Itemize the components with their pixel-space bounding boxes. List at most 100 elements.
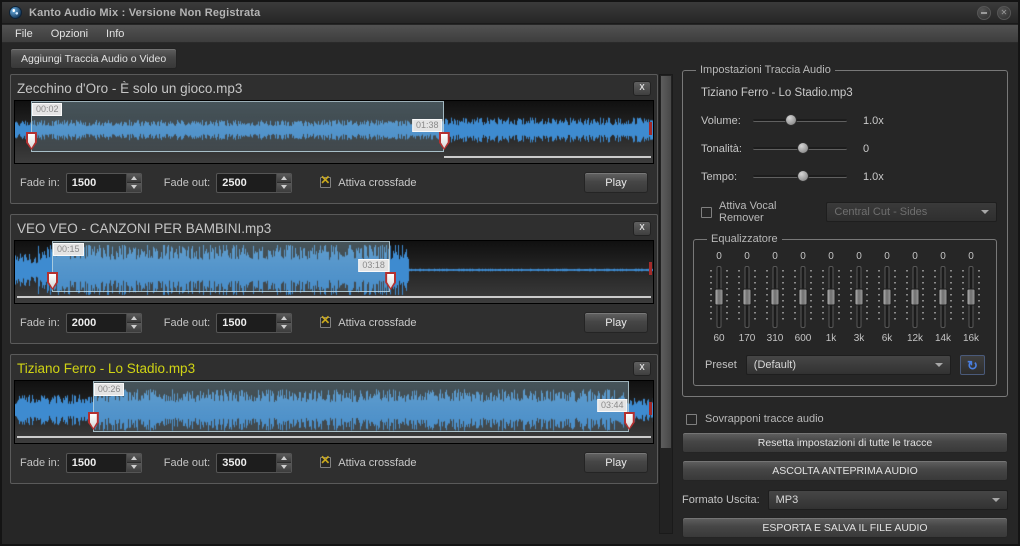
fade-out-input[interactable]: 3500	[216, 453, 292, 473]
waveform-selection[interactable]	[93, 381, 629, 432]
eq-band-slider[interactable]	[903, 265, 927, 329]
slider-thumb[interactable]	[797, 170, 809, 182]
fade-in-value: 2000	[67, 314, 126, 332]
eq-band-freq: 600	[795, 333, 812, 344]
chevron-down-icon	[981, 210, 989, 214]
selection-start-marker[interactable]	[26, 132, 37, 150]
eq-band-value: 0	[716, 251, 722, 262]
spin-up-icon[interactable]	[277, 454, 291, 464]
preview-audio-button[interactable]: ASCOLTA ANTEPRIMA AUDIO	[682, 460, 1008, 481]
selection-start-marker[interactable]	[47, 272, 58, 290]
spin-down-icon[interactable]	[127, 463, 141, 472]
eq-band-thumb[interactable]	[799, 289, 808, 306]
waveform[interactable]: 00:26 03:44	[14, 380, 654, 444]
close-button[interactable]: ✕	[997, 6, 1011, 20]
check-x-icon: ✕	[320, 453, 330, 467]
eq-band: 060	[705, 251, 733, 344]
selection-end-marker[interactable]	[439, 132, 450, 150]
slider-thumb[interactable]	[785, 114, 797, 126]
fade-out-label: Fade out:	[164, 317, 210, 329]
eq-band-slider[interactable]	[931, 265, 955, 329]
crossfade-checkbox[interactable]: ✕	[320, 457, 331, 468]
output-format-label: Formato Uscita:	[682, 494, 760, 506]
tonality-slider[interactable]	[753, 142, 847, 155]
eq-band: 014k	[929, 251, 957, 344]
eq-band-slider[interactable]	[959, 265, 983, 329]
minimize-button[interactable]	[977, 6, 991, 20]
spin-up-icon[interactable]	[127, 314, 141, 324]
tracks-scrollbar[interactable]	[659, 74, 673, 534]
eq-band-thumb[interactable]	[771, 289, 780, 306]
track-title: Zecchino d'Oro - È solo un gioco.mp3	[17, 81, 242, 96]
app-window: Kanto Audio Mix : Versione Non Registrat…	[0, 0, 1020, 546]
eq-band-thumb[interactable]	[715, 289, 724, 306]
fade-in-input[interactable]: 1500	[66, 453, 142, 473]
crossfade-checkbox[interactable]: ✕	[320, 317, 331, 328]
fade-in-input[interactable]: 2000	[66, 313, 142, 333]
remove-track-button[interactable]: X	[633, 81, 651, 96]
preset-select[interactable]: (Default)	[746, 355, 951, 375]
tonality-row: Tonalità: 0	[701, 142, 997, 155]
menu-opzioni[interactable]: Opzioni	[42, 26, 97, 42]
play-button[interactable]: Play	[584, 172, 648, 193]
eq-band-thumb[interactable]	[939, 289, 948, 306]
spin-down-icon[interactable]	[127, 183, 141, 192]
fade-in-input[interactable]: 1500	[66, 173, 142, 193]
fade-out-input[interactable]: 2500	[216, 173, 292, 193]
spin-down-icon[interactable]	[277, 463, 291, 472]
reset-all-button[interactable]: Resetta impostazioni di tutte le tracce	[682, 432, 1008, 453]
eq-band-slider[interactable]	[847, 265, 871, 329]
eq-band-slider[interactable]	[875, 265, 899, 329]
eq-band: 0310	[761, 251, 789, 344]
tempo-value: 1.0x	[863, 171, 884, 183]
add-track-button[interactable]: Aggiungi Traccia Audio o Video	[10, 48, 177, 69]
eq-band-thumb[interactable]	[883, 289, 892, 306]
eq-band-slider[interactable]	[735, 265, 759, 329]
vocal-remover-mode-select[interactable]: Central Cut - Sides	[826, 202, 997, 222]
eq-band-thumb[interactable]	[743, 289, 752, 306]
eq-band-slider[interactable]	[763, 265, 787, 329]
fade-out-input[interactable]: 1500	[216, 313, 292, 333]
spin-up-icon[interactable]	[127, 174, 141, 184]
eq-band-slider[interactable]	[791, 265, 815, 329]
menu-file[interactable]: File	[6, 26, 42, 42]
volume-slider[interactable]	[753, 114, 847, 127]
output-format-select[interactable]: MP3	[768, 490, 1008, 510]
remove-track-button[interactable]: X	[633, 361, 651, 376]
play-button[interactable]: Play	[584, 452, 648, 473]
waveform-selection[interactable]	[52, 241, 390, 292]
eq-band-slider[interactable]	[707, 265, 731, 329]
selection-end-marker[interactable]	[385, 272, 396, 290]
spin-down-icon[interactable]	[277, 183, 291, 192]
spin-up-icon[interactable]	[277, 174, 291, 184]
spin-up-icon[interactable]	[127, 454, 141, 464]
eq-band-thumb[interactable]	[967, 289, 976, 306]
play-button[interactable]: Play	[584, 312, 648, 333]
eq-band-thumb[interactable]	[911, 289, 920, 306]
chevron-down-icon	[935, 363, 943, 367]
crossfade-checkbox[interactable]: ✕	[320, 177, 331, 188]
refresh-presets-button[interactable]: ↻	[960, 355, 985, 375]
waveform-selection[interactable]	[31, 101, 444, 152]
selection-start-marker[interactable]	[88, 412, 99, 430]
selection-end-marker[interactable]	[624, 412, 635, 430]
eq-band-thumb[interactable]	[855, 289, 864, 306]
vocal-remover-checkbox[interactable]	[701, 207, 712, 218]
export-button[interactable]: ESPORTA E SALVA IL FILE AUDIO	[682, 517, 1008, 538]
fade-in-label: Fade in:	[20, 317, 60, 329]
scrollbar-thumb[interactable]	[661, 76, 671, 448]
eq-band-thumb[interactable]	[827, 289, 836, 306]
waveform[interactable]: 00:15 03:18	[14, 240, 654, 304]
waveform[interactable]: 00:02 01:38	[14, 100, 654, 164]
preset-label: Preset	[705, 359, 737, 371]
slider-thumb[interactable]	[797, 142, 809, 154]
spin-down-icon[interactable]	[127, 323, 141, 332]
remove-track-button[interactable]: X	[633, 221, 651, 236]
menu-info[interactable]: Info	[97, 26, 133, 42]
progress-line	[444, 156, 651, 158]
spin-down-icon[interactable]	[277, 323, 291, 332]
tempo-slider[interactable]	[753, 170, 847, 183]
spin-up-icon[interactable]	[277, 314, 291, 324]
eq-band-slider[interactable]	[819, 265, 843, 329]
overlap-tracks-checkbox[interactable]	[686, 414, 697, 425]
